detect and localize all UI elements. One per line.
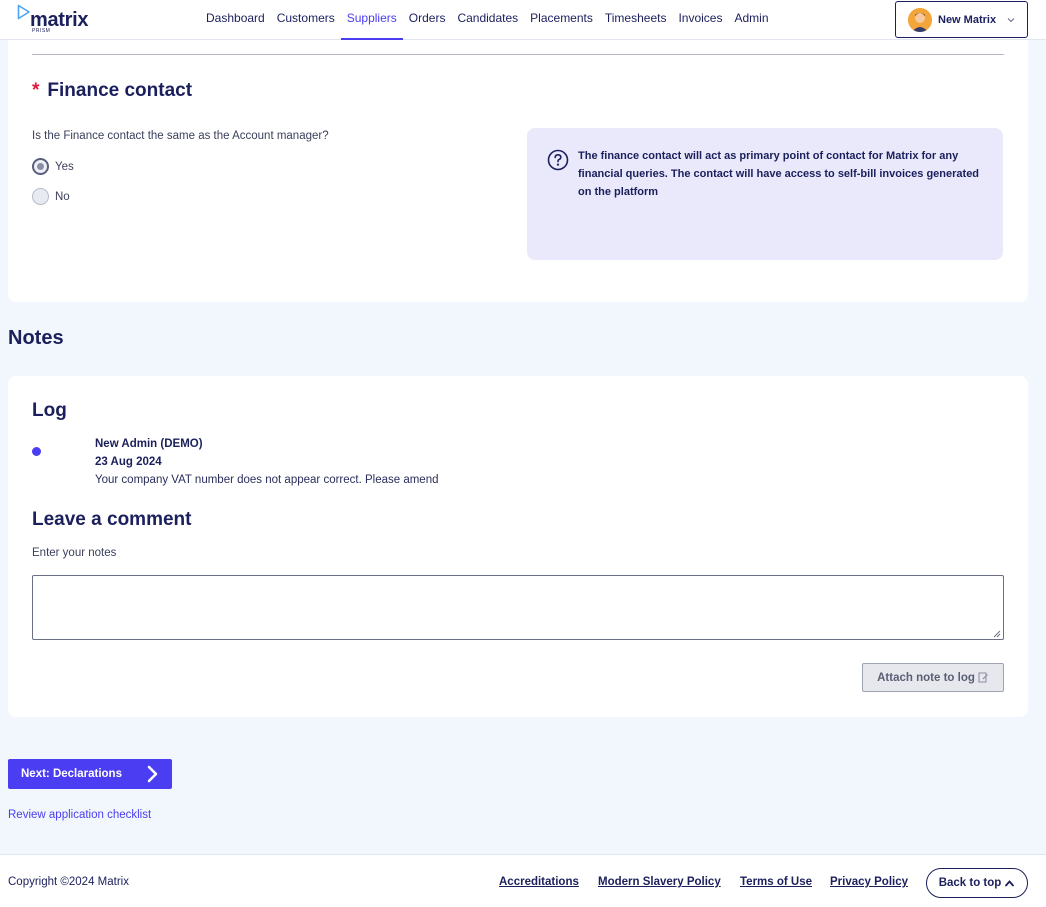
next-button-label: Next: Declarations [21,768,122,780]
footer-link-privacy[interactable]: Privacy Policy [830,876,908,888]
notes-heading: Notes [8,327,64,349]
nav-customers[interactable]: Customers [271,0,341,40]
log-title: Log [32,400,67,421]
chevron-down-icon [1007,17,1015,22]
main-nav: Dashboard Customers Suppliers Orders Can… [200,0,775,40]
radio-no[interactable] [32,188,49,205]
log-entry-message: Your company VAT number does not appear … [95,474,439,486]
notes-label: Enter your notes [32,547,117,559]
next-declarations-button[interactable]: Next: Declarations [8,759,172,789]
nav-orders[interactable]: Orders [403,0,452,40]
back-to-top-button[interactable]: Back to top [926,868,1028,898]
log-entry-date: 23 Aug 2024 [95,456,162,468]
edit-note-icon [978,672,988,683]
log-entry-dot [32,447,41,456]
footer-link-accreditations[interactable]: Accreditations [499,876,579,888]
page-footer: Copyright ©2024 Matrix Accreditations Mo… [0,854,1046,907]
finance-contact-card: * Finance contact Is the Finance contact … [8,40,1028,302]
question-circle-icon [547,149,569,171]
avatar-icon [908,7,932,32]
footer-link-terms[interactable]: Terms of Use [740,876,812,888]
logo-subtext: PRISM [32,28,51,34]
resize-handle-icon[interactable] [993,630,1001,638]
radio-yes[interactable] [32,158,49,175]
footer-link-modern-slavery[interactable]: Modern Slavery Policy [598,876,721,888]
attach-note-button[interactable]: Attach note to log [862,663,1004,692]
notes-textarea[interactable] [32,575,1004,640]
top-navbar: matrix PRISM Dashboard Customers Supplie… [0,0,1046,40]
nav-dashboard[interactable]: Dashboard [200,0,271,40]
attach-note-label: Attach note to log [877,671,975,684]
chevron-right-icon [147,765,158,783]
play-logo-icon [17,4,30,20]
log-entry-author: New Admin (DEMO) [95,438,203,450]
leave-comment-title: Leave a comment [32,509,192,530]
nav-admin[interactable]: Admin [728,0,774,40]
finance-info-text: The finance contact will act as primary … [578,150,980,198]
section-divider [32,54,1004,55]
matrix-logo[interactable]: matrix PRISM [17,4,97,36]
radio-option-yes[interactable]: Yes [32,158,74,175]
radio-yes-label: Yes [55,160,74,173]
user-menu-button[interactable]: New Matrix [895,1,1028,38]
nav-timesheets[interactable]: Timesheets [599,0,673,40]
logo-text: matrix [30,9,89,31]
copyright-text: Copyright ©2024 Matrix [8,876,129,888]
nav-placements[interactable]: Placements [524,0,599,40]
user-name: New Matrix [938,13,997,26]
radio-no-label: No [55,190,70,203]
chevron-up-icon [1005,879,1015,886]
radio-option-no[interactable]: No [32,188,70,205]
back-to-top-label: Back to top [938,877,1002,889]
required-mark: * [32,80,40,101]
finance-question: Is the Finance contact the same as the A… [32,130,329,142]
notes-card: Log New Admin (DEMO) 23 Aug 2024 Your co… [8,376,1028,717]
nav-suppliers[interactable]: Suppliers [340,0,403,40]
finance-info-box: The finance contact will act as primary … [527,128,1003,260]
finance-contact-title: * Finance contact [32,80,192,102]
review-checklist-link[interactable]: Review application checklist [8,809,151,821]
nav-candidates[interactable]: Candidates [451,0,524,40]
finance-title-text: Finance contact [47,80,193,101]
nav-invoices[interactable]: Invoices [672,0,728,40]
